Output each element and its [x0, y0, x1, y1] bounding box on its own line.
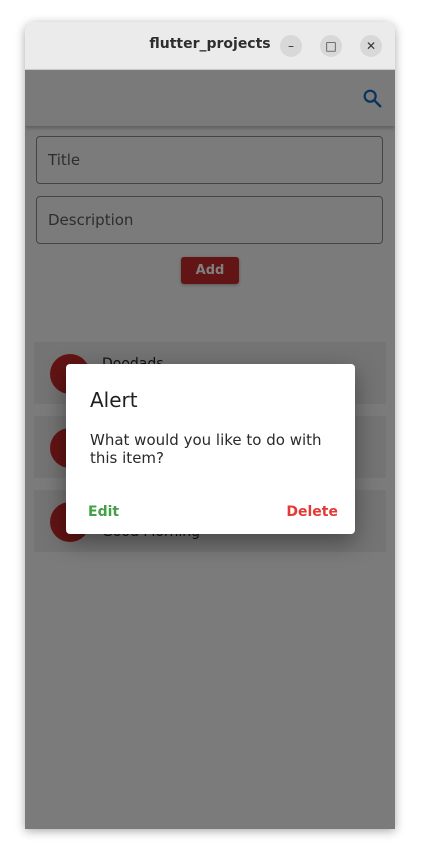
maximize-button[interactable]: □ [320, 35, 342, 57]
window-titlebar[interactable]: flutter_projects – □ ✕ [25, 22, 395, 70]
alert-dialog: Alert What would you like to do with thi… [66, 364, 355, 534]
app-content: Title Description Add Doodads Good Morni… [25, 70, 395, 829]
dialog-title: Alert [90, 388, 138, 412]
dialog-message: What would you like to do with this item… [90, 431, 322, 467]
delete-button[interactable]: Delete [286, 504, 338, 520]
edit-button[interactable]: Edit [88, 504, 119, 520]
maximize-icon: □ [325, 39, 337, 53]
close-icon: ✕ [365, 39, 377, 53]
minimize-button[interactable]: – [280, 35, 302, 57]
close-button[interactable]: ✕ [360, 35, 382, 57]
app-window: flutter_projects – □ ✕ Title Description… [25, 22, 395, 829]
minimize-icon: – [288, 39, 294, 53]
